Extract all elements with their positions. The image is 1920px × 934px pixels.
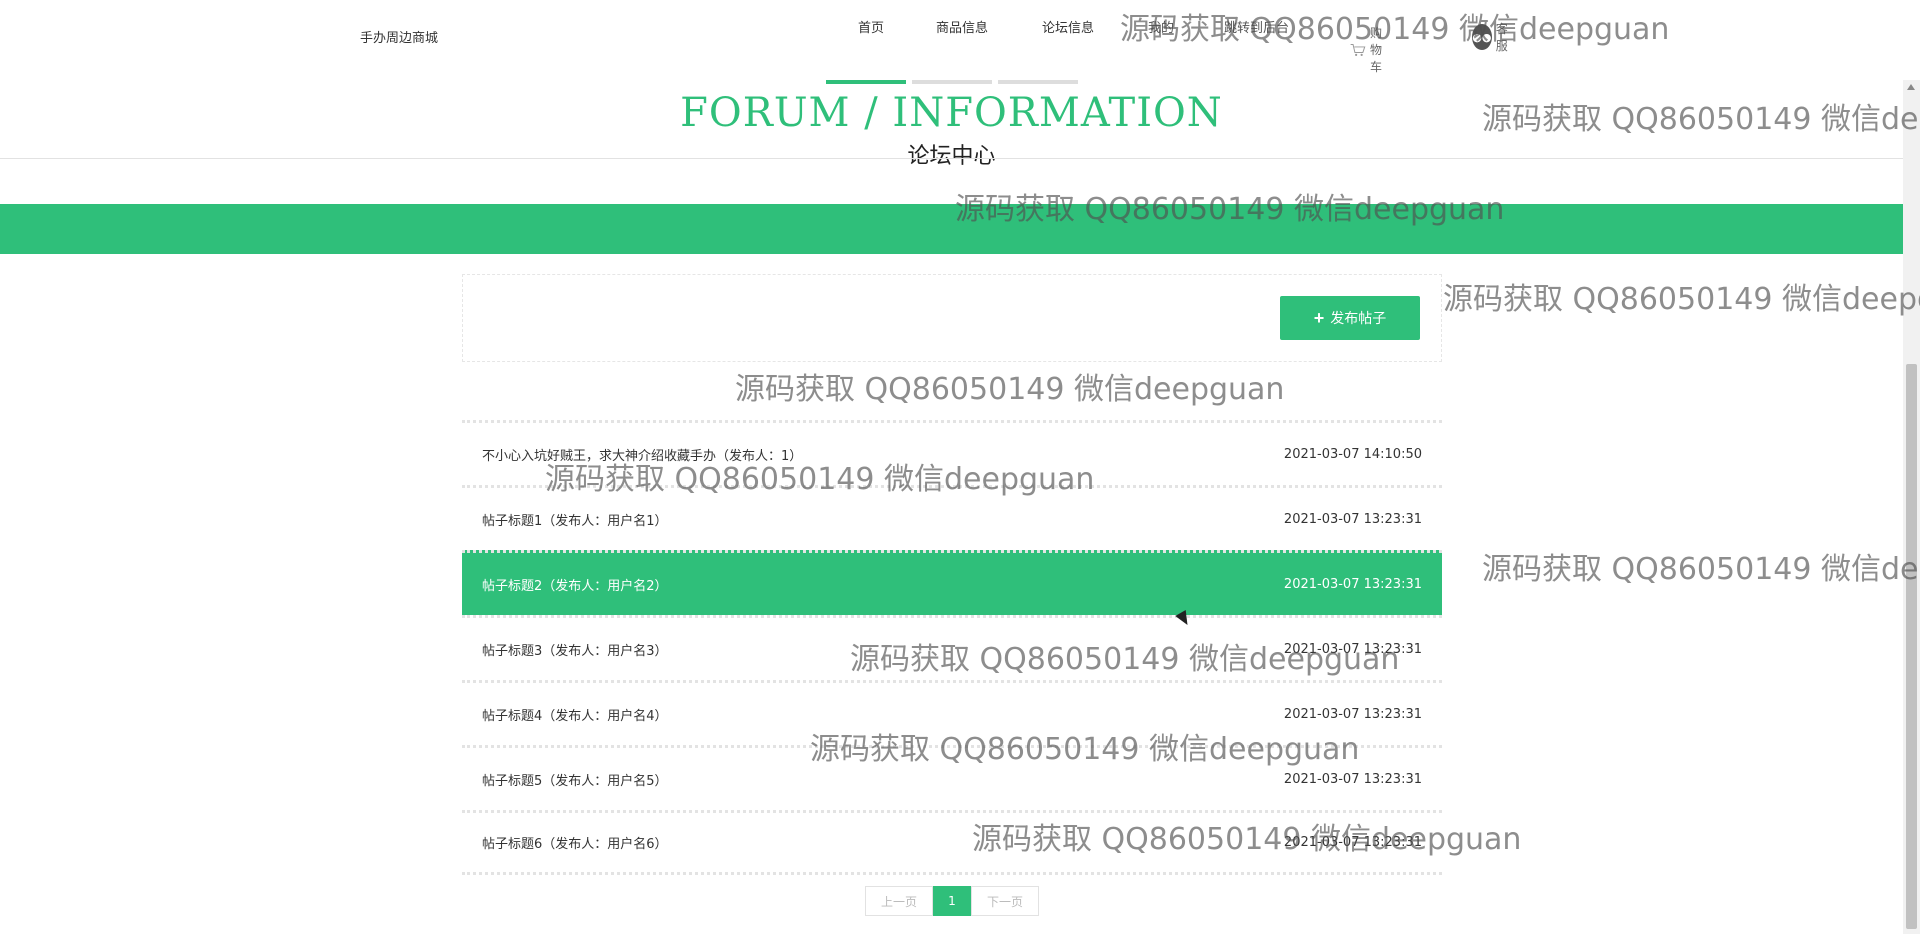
- watermark: 源码获取 QQ86050149 微信deepguan: [1443, 282, 1920, 317]
- watermark: 源码获取 QQ86050149 微信deepguan: [735, 372, 1285, 407]
- nav-indicator-active: [826, 80, 906, 84]
- forum-page: 手办周边商城 首页 商品信息 论坛信息 我的 跳转到后台 购物车 ●● 客服 F…: [0, 0, 1920, 934]
- post-time: 2021-03-07 13:23:31: [1283, 511, 1422, 527]
- post-time: 2021-03-07 13:23:31: [1283, 576, 1422, 592]
- post-title: 帖子标题6（发布人：用户名6）: [482, 837, 668, 852]
- nav-service[interactable]: ●● 客服: [1472, 20, 1514, 54]
- nav-indicator: [826, 80, 1084, 84]
- title-english: FORUM / INFORMATION: [680, 90, 1223, 136]
- nav-home[interactable]: 首页: [858, 17, 884, 36]
- scrollbar-thumb[interactable]: [1906, 364, 1917, 929]
- title-chinese: 论坛中心: [907, 144, 996, 169]
- plus-icon: +: [1313, 307, 1325, 328]
- nav-indicator-bar: [912, 80, 992, 84]
- wechat-service-icon: ●●: [1472, 24, 1492, 50]
- nav-forum[interactable]: 论坛信息: [1042, 17, 1094, 36]
- post-time: 2021-03-07 13:23:31: [1283, 771, 1422, 787]
- post-title: 帖子标题5（发布人：用户名5）: [482, 773, 668, 789]
- post-row[interactable]: 帖子标题4（发布人：用户名4） 2021-03-07 13:23:31: [462, 680, 1442, 745]
- post-list: 不小心入坑好贼王，求大神介绍收藏手办（发布人：1） 2021-03-07 14:…: [462, 420, 1442, 875]
- post-row-hovered[interactable]: 帖子标题2（发布人：用户名2） 2021-03-07 13:23:31: [462, 550, 1442, 615]
- post-row[interactable]: 帖子标题5（发布人：用户名5） 2021-03-07 13:23:31: [462, 745, 1442, 810]
- post-time: 2021-03-07 13:23:31: [1283, 706, 1422, 722]
- post-title: 帖子标题2（发布人：用户名2）: [482, 578, 668, 594]
- post-time: 2021-03-07 13:23:31: [1283, 641, 1422, 657]
- publish-post-button[interactable]: + 发布帖子: [1280, 296, 1420, 340]
- post-title: 帖子标题1（发布人：用户名1）: [482, 513, 668, 529]
- next-page-button[interactable]: 下一页: [971, 886, 1039, 916]
- cart-label: 购物车: [1369, 26, 1382, 74]
- title-divider: [0, 158, 1903, 159]
- cart-icon: [1350, 43, 1366, 56]
- page-number-button[interactable]: 1: [933, 886, 971, 916]
- forum-toolbar: + 发布帖子: [462, 274, 1442, 362]
- post-time: 2021-03-07 13:23:31: [1283, 835, 1422, 850]
- nav-indicator-bar: [998, 80, 1078, 84]
- vertical-scrollbar[interactable]: [1903, 80, 1920, 934]
- post-row[interactable]: 不小心入坑好贼王，求大神介绍收藏手办（发布人：1） 2021-03-07 14:…: [462, 420, 1442, 485]
- post-title: 帖子标题3（发布人：用户名3）: [482, 643, 668, 659]
- top-header: 手办周边商城 首页 商品信息 论坛信息 我的 跳转到后台 购物车 ●● 客服: [0, 0, 1903, 80]
- nav-goods[interactable]: 商品信息: [936, 17, 988, 36]
- post-row[interactable]: 帖子标题1（发布人：用户名1） 2021-03-07 13:23:31: [462, 485, 1442, 550]
- pagination: 上一页 1 下一页: [865, 886, 1039, 916]
- post-title: 帖子标题4（发布人：用户名4）: [482, 708, 668, 724]
- post-row[interactable]: 帖子标题6（发布人：用户名6） 2021-03-07 13:23:31: [462, 810, 1442, 875]
- nav-cart[interactable]: 购物车: [1350, 24, 1392, 75]
- post-title: 不小心入坑好贼王，求大神介绍收藏手办（发布人：1）: [482, 448, 803, 464]
- post-row[interactable]: 帖子标题3（发布人：用户名3） 2021-03-07 13:23:31: [462, 615, 1442, 680]
- publish-label: 发布帖子: [1330, 310, 1387, 326]
- nav-admin[interactable]: 跳转到后台: [1224, 17, 1289, 36]
- service-label: 客服: [1495, 22, 1508, 53]
- post-time: 2021-03-07 14:10:50: [1283, 446, 1422, 462]
- watermark: 源码获取 QQ86050149 微信deepguan: [1482, 552, 1920, 587]
- scroll-up-arrow-icon[interactable]: [1907, 84, 1915, 90]
- nav-mine[interactable]: 我的: [1148, 17, 1174, 36]
- green-banner: [0, 204, 1903, 254]
- site-brand[interactable]: 手办周边商城: [360, 27, 438, 46]
- prev-page-button[interactable]: 上一页: [865, 886, 933, 916]
